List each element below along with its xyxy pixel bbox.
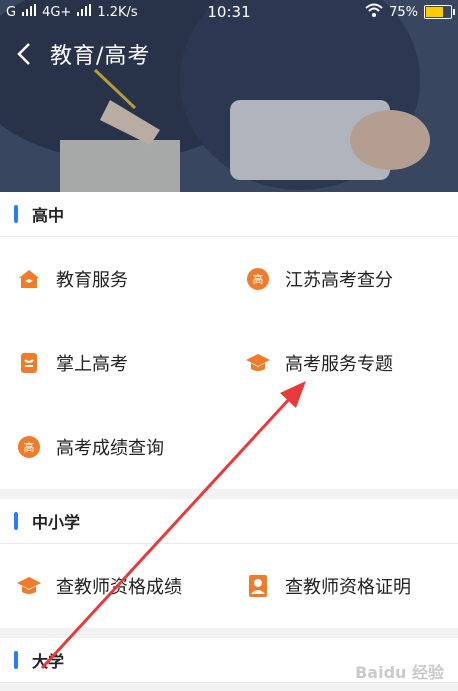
status-bar: G 4G+ 1.2K/s 10:31 75% — [0, 0, 458, 24]
battery-icon — [424, 5, 455, 19]
banner-photo — [0, 0, 458, 192]
header-banner: G 4G+ 1.2K/s 10:31 75% 教育/高考 — [0, 0, 458, 192]
section-title: 中小学 — [32, 513, 81, 532]
person-id-icon — [245, 573, 271, 599]
svg-text:高: 高 — [24, 440, 35, 454]
service-item[interactable]: 查教师资格成绩 — [0, 544, 229, 628]
section: 中小学查教师资格成绩 查教师资格证明 — [0, 499, 458, 628]
gao-badge-icon: 高 — [16, 434, 42, 460]
section-divider — [0, 489, 458, 499]
service-item[interactable]: 高考服务专题 — [229, 321, 458, 405]
section-title: 高中 — [32, 206, 65, 225]
service-label: 掌上高考 — [56, 354, 128, 375]
watermark: Baidu 经验 — [355, 663, 444, 682]
section-header: 中小学 — [0, 499, 458, 544]
mortarboard-icon — [16, 573, 42, 599]
service-grid: 教育服务高江苏高考查分 掌上高考 高考服务专题高高考成绩查询 — [0, 237, 458, 489]
page-title: 教育/高考 — [50, 44, 151, 69]
mortarboard-icon — [245, 350, 271, 376]
section: 高中 教育服务高江苏高考查分 掌上高考 高考服务专题高高考成绩查询 — [0, 192, 458, 489]
network-type: 4G+ — [42, 4, 72, 20]
section-accent-bar — [14, 512, 18, 530]
carrier-label: G — [6, 4, 17, 20]
clock: 10:31 — [207, 3, 251, 21]
signal-icon — [77, 4, 92, 20]
service-label: 高考服务专题 — [285, 354, 393, 375]
service-item[interactable]: 教育服务 — [0, 237, 229, 321]
section-header: 高中 — [0, 192, 458, 237]
service-item[interactable]: 查教师资格证明 — [229, 544, 458, 628]
section-accent-bar — [14, 205, 18, 223]
signal-icon — [22, 4, 37, 20]
service-item[interactable]: 高 高考成绩查询 — [0, 405, 229, 489]
service-label: 查教师资格证明 — [285, 577, 411, 598]
title-bar: 教育/高考 — [0, 36, 458, 72]
service-label: 高考成绩查询 — [56, 438, 164, 459]
section-title: 大学 — [32, 652, 65, 671]
section-accent-bar — [14, 651, 18, 669]
section-divider — [0, 628, 458, 638]
battery-percent: 75% — [389, 4, 418, 20]
service-label: 教育服务 — [56, 270, 128, 291]
phone-badge-icon — [16, 350, 42, 376]
svg-text:高: 高 — [253, 272, 264, 286]
battery-fill — [426, 7, 444, 17]
service-label: 江苏高考查分 — [285, 270, 393, 291]
service-grid: 查教师资格成绩 查教师资格证明 — [0, 544, 458, 628]
service-list: 高中 教育服务高江苏高考查分 掌上高考 高考服务专题高高考成绩查询 中小学 查教师资格成绩… — [0, 192, 458, 683]
gao-badge-icon: 高 — [245, 266, 271, 292]
house-icon — [16, 266, 42, 292]
service-item[interactable]: 高 江苏高考查分 — [229, 237, 458, 321]
wifi-icon — [365, 3, 383, 21]
service-label: 查教师资格成绩 — [56, 577, 182, 598]
service-item[interactable]: 掌上高考 — [0, 321, 229, 405]
back-arrow-icon[interactable] — [12, 42, 36, 66]
network-speed: 1.2K/s — [97, 4, 138, 20]
